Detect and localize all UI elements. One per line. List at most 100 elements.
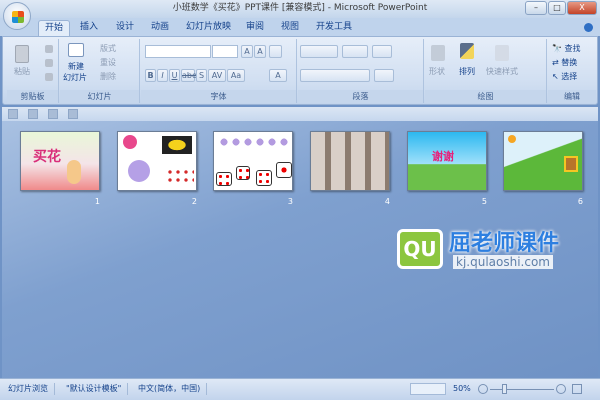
sun-image [508,135,516,143]
tab-animation[interactable]: 动画 [145,20,175,36]
ribbon-tabs: 开始 插入 设计 动画 幻灯片放映 审阅 视图 开发工具 [0,18,600,36]
tab-home[interactable]: 开始 [38,20,71,36]
char-spacing-button[interactable]: AV [208,69,226,82]
new-slide-button[interactable]: 新建 [68,61,84,72]
bullets-button[interactable] [300,45,338,58]
shapes-button[interactable]: 形状 [429,66,445,77]
watermark-logo: QU [397,229,443,269]
tab-design[interactable]: 设计 [110,20,140,36]
tab-developer[interactable]: 开发工具 [310,20,358,36]
clipboard-group-label: 剪贴板 [7,90,58,103]
slide-thumbnail-6[interactable] [503,131,583,191]
tab-slideshow[interactable]: 幻灯片放映 [180,20,237,36]
format-painter-icon[interactable] [45,73,53,81]
slide-number: 5 [481,197,487,206]
font-size-select[interactable] [212,45,238,58]
rehearse-icon[interactable] [48,109,58,119]
strikethrough-button[interactable]: abe [181,69,197,82]
new-slide-dropdown[interactable]: 幻灯片 [63,72,87,83]
slides-group: 新建 幻灯片 版式 重设 删除 幻灯片 [60,39,140,103]
transition-icon[interactable] [68,109,78,119]
font-color-button[interactable]: A [269,69,287,82]
purple-flower-image [128,160,150,182]
tab-view[interactable]: 视图 [275,20,305,36]
arrange-button[interactable]: 排列 [459,66,475,77]
alignment-buttons[interactable] [300,69,370,82]
status-bar: 幻灯片浏览 "默认设计模板" 中文(简体，中国) 50% [0,378,600,400]
office-button[interactable] [3,2,31,30]
font-name-select[interactable] [145,45,211,58]
status-view: 幻灯片浏览 [8,383,55,395]
slide-number: 3 [287,197,293,206]
vase-4 [276,162,292,178]
slide-number: 1 [94,197,100,206]
slide-number: 6 [577,197,583,206]
minimize-button[interactable]: – [525,1,547,15]
yellow-flower-image [162,136,192,154]
copy-icon[interactable] [45,59,53,67]
slide-thumbnail-1[interactable]: 买花 [20,131,100,191]
zoom-out-button[interactable] [478,384,488,394]
status-language[interactable]: 中文(简体，中国) [138,383,208,395]
line-spacing-button[interactable] [372,45,392,58]
zoom-in-button[interactable] [556,384,566,394]
status-theme: "默认设计模板" [66,383,129,395]
red-flowers-image [166,168,194,184]
window-title: 小班数学《买花》PPT课件 [兼容模式] - Microsoft PowerPo… [172,3,428,13]
ribbon: 粘贴 剪贴板 新建 幻灯片 版式 重设 删除 幻灯片 A A B I U abe… [2,36,598,105]
change-case-button[interactable]: Aa [227,69,245,82]
underline-button[interactable]: U [169,69,180,82]
replace-button[interactable]: ⇄ 替换 [552,57,577,68]
cut-icon[interactable] [45,45,53,53]
italic-button[interactable]: I [157,69,168,82]
drawing-group-label: 绘图 [425,90,546,103]
vase-3 [256,170,272,186]
shrink-font-button[interactable]: A [254,45,266,58]
clear-format-button[interactable] [269,45,282,58]
slide-5-title: 谢谢 [432,150,454,163]
slide-thumbnail-2[interactable] [117,131,197,191]
watermark: QU 屈老师课件 kj.qulaoshi.com [397,225,579,275]
delete-button[interactable]: 删除 [100,71,116,82]
flowers-row [218,136,288,148]
view-buttons[interactable] [410,383,446,395]
zoom-slider-thumb[interactable] [502,384,508,394]
fit-window-button[interactable] [572,384,582,394]
help-icon[interactable] [584,23,593,32]
shapes-icon[interactable] [431,45,445,61]
maximize-button[interactable]: □ [548,1,566,15]
sorter-toolbar [2,107,598,121]
indent-buttons[interactable] [342,45,368,58]
arrange-icon[interactable] [460,43,474,59]
slides-group-label: 幻灯片 [60,90,139,103]
select-button[interactable]: ↖ 选择 [552,71,577,82]
zoom-level[interactable]: 50% [453,383,471,395]
paragraph-group: 段落 [298,39,424,103]
vase-1 [216,172,232,186]
paste-button[interactable]: 粘贴 [14,66,30,77]
reset-button[interactable]: 重设 [100,57,116,68]
rose-image [123,135,137,149]
tab-insert[interactable]: 插入 [74,20,104,36]
quick-styles-icon[interactable] [495,45,509,61]
new-slide-icon[interactable] [68,43,84,57]
slide-thumbnail-4[interactable] [310,131,390,191]
grow-font-button[interactable]: A [241,45,253,58]
zoom-slider[interactable] [490,389,554,390]
slide-thumbnail-5[interactable]: 谢谢 [407,131,487,191]
tab-review[interactable]: 审阅 [240,20,270,36]
layout-button[interactable]: 版式 [100,43,116,54]
slide-thumbnail-3[interactable] [213,131,293,191]
editing-group: 🔭 查找 ⇄ 替换 ↖ 选择 编辑 [548,39,596,103]
clipboard-group: 粘贴 剪贴板 [7,39,59,103]
close-button[interactable]: X [567,1,597,15]
quick-styles-button[interactable]: 快速样式 [486,66,518,77]
slide-number: 2 [191,197,197,206]
find-button[interactable]: 🔭 查找 [552,43,581,54]
shadow-button[interactable]: S [196,69,207,82]
paste-icon[interactable] [15,45,29,63]
slide-show-icon[interactable] [8,109,18,119]
bold-button[interactable]: B [145,69,156,82]
hide-slide-icon[interactable] [28,109,38,119]
columns-button[interactable] [374,69,394,82]
